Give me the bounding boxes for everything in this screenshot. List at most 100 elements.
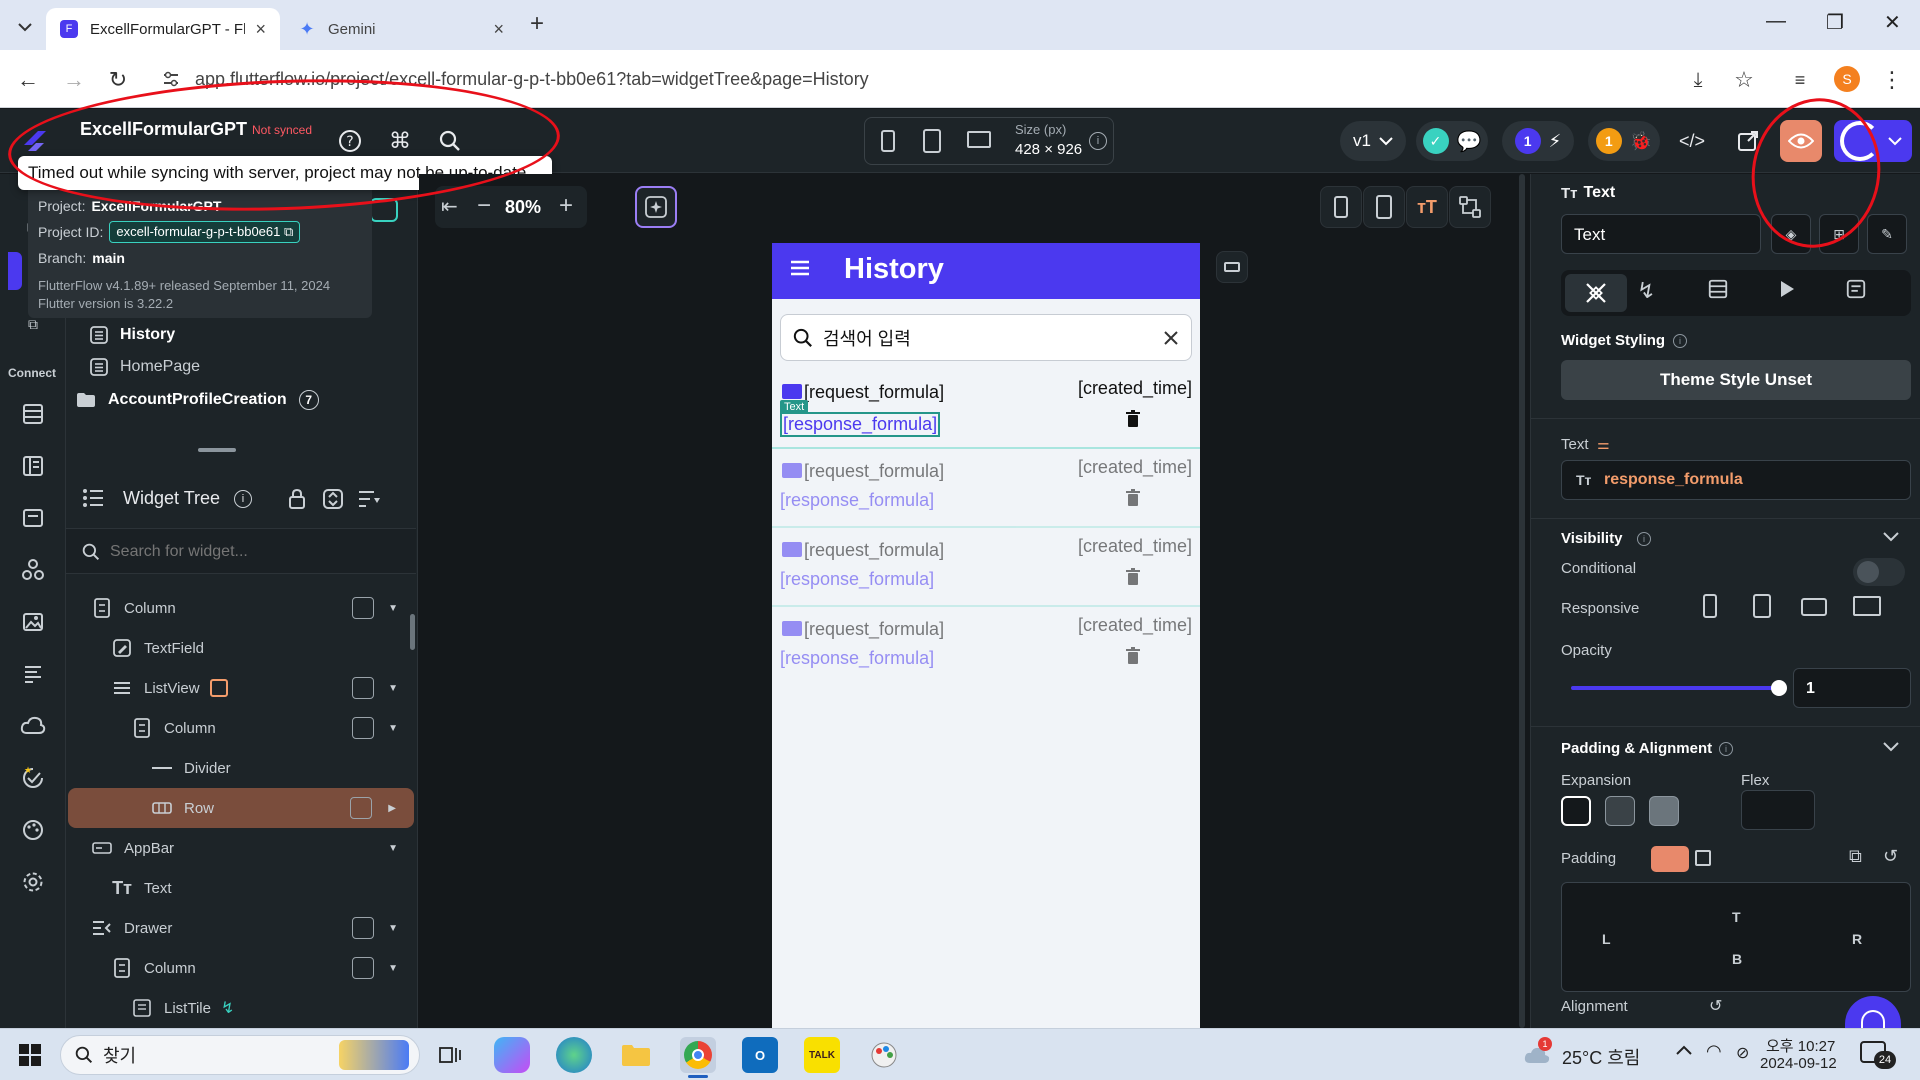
back-icon[interactable]: ← bbox=[14, 66, 42, 94]
text-value-field[interactable]: Tт response_formula bbox=[1561, 460, 1911, 500]
history-list-item[interactable]: [request_formula] [response_formula] [cr… bbox=[772, 528, 1200, 607]
opacity-slider-thumb[interactable] bbox=[1771, 680, 1787, 696]
trash-icon[interactable] bbox=[1126, 647, 1140, 665]
task-view-icon[interactable] bbox=[432, 1037, 468, 1073]
volume-muted-icon[interactable]: ⊘ bbox=[1736, 1043, 1749, 1063]
site-info-icon[interactable] bbox=[162, 70, 180, 88]
clear-icon[interactable] bbox=[1163, 330, 1179, 346]
trash-icon[interactable] bbox=[1126, 410, 1140, 428]
tree-row-textfield[interactable]: TextField bbox=[66, 628, 416, 668]
code-view-icon[interactable]: </> bbox=[1678, 127, 1706, 155]
history-app-bar[interactable]: History bbox=[772, 243, 1200, 299]
tree-row-row-selected[interactable]: Row ▶ bbox=[68, 788, 414, 828]
folder-account-profile-creation[interactable]: AccountProfileCreation 7 bbox=[76, 390, 319, 410]
tree-row-column[interactable]: Column ▼ bbox=[66, 588, 416, 628]
lock-icon[interactable] bbox=[288, 488, 306, 510]
responsive-phone-icon[interactable] bbox=[1703, 594, 1717, 618]
profile-avatar[interactable]: S bbox=[1834, 66, 1860, 92]
close-window-icon[interactable]: ✕ bbox=[1884, 10, 1901, 35]
edge-browser-icon[interactable] bbox=[556, 1037, 592, 1073]
caret-down-icon[interactable]: ▼ bbox=[388, 843, 398, 854]
check-comments-group[interactable]: ✓ 💬 bbox=[1416, 121, 1488, 161]
minimize-icon[interactable]: — bbox=[1766, 10, 1786, 33]
weather-icon[interactable]: 1 bbox=[1522, 1037, 1552, 1065]
issues-group[interactable]: 1 🐞 bbox=[1588, 121, 1660, 161]
tree-row-listtile[interactable]: ListTile ↯ bbox=[66, 988, 416, 1028]
info-icon[interactable]: i bbox=[1719, 742, 1733, 756]
history-search-field[interactable]: 검색어 입력 bbox=[780, 314, 1192, 361]
padding-editor[interactable]: T L R B bbox=[1561, 882, 1911, 992]
notification-icon[interactable]: 24 bbox=[1860, 1041, 1896, 1069]
page-item-homepage[interactable]: HomePage bbox=[90, 358, 200, 376]
padding-chevron-icon[interactable] bbox=[1883, 742, 1899, 752]
copy-padding-icon[interactable]: ⧉ bbox=[1849, 846, 1862, 867]
widget-search-bar[interactable] bbox=[66, 528, 416, 574]
copilot-icon[interactable] bbox=[494, 1037, 530, 1073]
visibility-chevron-icon[interactable] bbox=[1883, 532, 1899, 542]
flex-value-field[interactable] bbox=[1741, 790, 1815, 830]
clock-date[interactable]: 2024-09-12 bbox=[1760, 1055, 1837, 1072]
media-assets-icon[interactable] bbox=[19, 608, 47, 636]
collapse-panel-icon[interactable]: ⇤ bbox=[441, 194, 458, 219]
responsive-desktop-icon[interactable] bbox=[1853, 596, 1881, 616]
install-app-icon[interactable]: ⤓ bbox=[1684, 66, 1712, 94]
tree-row-appbar[interactable]: AppBar ▼ bbox=[66, 828, 416, 868]
padding-individual-button[interactable] bbox=[1695, 850, 1711, 866]
tab-documentation[interactable] bbox=[1845, 278, 1867, 300]
tray-chevron-icon[interactable] bbox=[1676, 1045, 1692, 1055]
api-calls-icon[interactable] bbox=[19, 504, 47, 532]
chrome-browser-icon[interactable] bbox=[680, 1037, 716, 1073]
caret-right-icon[interactable]: ▶ bbox=[388, 803, 396, 814]
history-list-item[interactable]: [request_formula] [response_formula] [cr… bbox=[772, 607, 1200, 686]
widget-name-field[interactable]: Text bbox=[1561, 214, 1761, 254]
add-child-icon[interactable] bbox=[352, 717, 374, 739]
trash-icon[interactable] bbox=[1126, 489, 1140, 507]
tree-row-column-inner[interactable]: Column ▼ bbox=[66, 708, 416, 748]
custom-code-icon[interactable] bbox=[19, 660, 47, 688]
filter-icon[interactable] bbox=[358, 490, 382, 508]
add-child-icon[interactable] bbox=[352, 597, 374, 619]
add-child-icon[interactable] bbox=[350, 797, 372, 819]
responsive-tablet-icon[interactable] bbox=[1753, 594, 1771, 618]
media-control-icon[interactable]: ≡ bbox=[1786, 66, 1814, 94]
cloud-functions-icon[interactable] bbox=[19, 712, 47, 740]
support-chat-button[interactable] bbox=[1845, 996, 1901, 1028]
conditional-toggle[interactable] bbox=[1853, 558, 1905, 586]
tab-properties[interactable] bbox=[1565, 274, 1627, 312]
tablet-device-icon[interactable] bbox=[923, 129, 941, 153]
caret-down-icon[interactable]: ▼ bbox=[388, 683, 398, 694]
theme-style-button[interactable]: Theme Style Unset bbox=[1561, 360, 1911, 400]
add-child-icon[interactable] bbox=[352, 917, 374, 939]
phone-device-icon[interactable] bbox=[881, 130, 895, 152]
restore-icon[interactable]: ❐ bbox=[1826, 10, 1844, 35]
expand-collapse-icon[interactable] bbox=[322, 488, 344, 510]
zoom-in-icon[interactable]: + bbox=[559, 192, 573, 220]
tree-row-listview[interactable]: ListView ▼ bbox=[66, 668, 416, 708]
reset-alignment-icon[interactable]: ↺ bbox=[1709, 996, 1722, 1016]
left-panel-scrollbar[interactable] bbox=[410, 614, 415, 650]
wifi-icon[interactable]: ◠ bbox=[1706, 1041, 1722, 1062]
variable-icon[interactable]: ⚌ bbox=[1597, 436, 1610, 453]
panel-resize-handle[interactable] bbox=[198, 448, 236, 452]
info-icon[interactable]: i bbox=[1637, 532, 1651, 546]
trash-icon[interactable] bbox=[1126, 568, 1140, 586]
agents-icon[interactable]: ★ bbox=[19, 764, 47, 792]
expansion-flexible-button[interactable] bbox=[1605, 796, 1635, 826]
expansion-expanded-button[interactable] bbox=[1649, 796, 1679, 826]
version-selector[interactable]: v1 bbox=[1340, 121, 1406, 161]
browser-menu-icon[interactable]: ⋮ bbox=[1878, 66, 1906, 94]
forward-icon[interactable]: → bbox=[60, 66, 88, 94]
close-tab-icon[interactable]: × bbox=[255, 19, 266, 40]
app-state-icon[interactable] bbox=[19, 452, 47, 480]
info-icon[interactable]: i bbox=[1673, 334, 1687, 348]
bookmark-star-icon[interactable]: ☆ bbox=[1730, 66, 1758, 94]
paint-icon[interactable] bbox=[866, 1037, 902, 1073]
tree-row-drawer[interactable]: Drawer ▼ bbox=[66, 908, 416, 948]
copy-icon[interactable]: ⧉ bbox=[284, 224, 293, 239]
caret-down-icon[interactable]: ▼ bbox=[388, 603, 398, 614]
caret-down-icon[interactable]: ▼ bbox=[388, 963, 398, 974]
tree-row-text[interactable]: Tт Text bbox=[66, 868, 416, 908]
canvas-scrollbar[interactable] bbox=[1519, 174, 1525, 1028]
integrations-icon[interactable] bbox=[19, 556, 47, 584]
history-list-item[interactable]: [request_formula] [response_formula] [cr… bbox=[772, 449, 1200, 528]
